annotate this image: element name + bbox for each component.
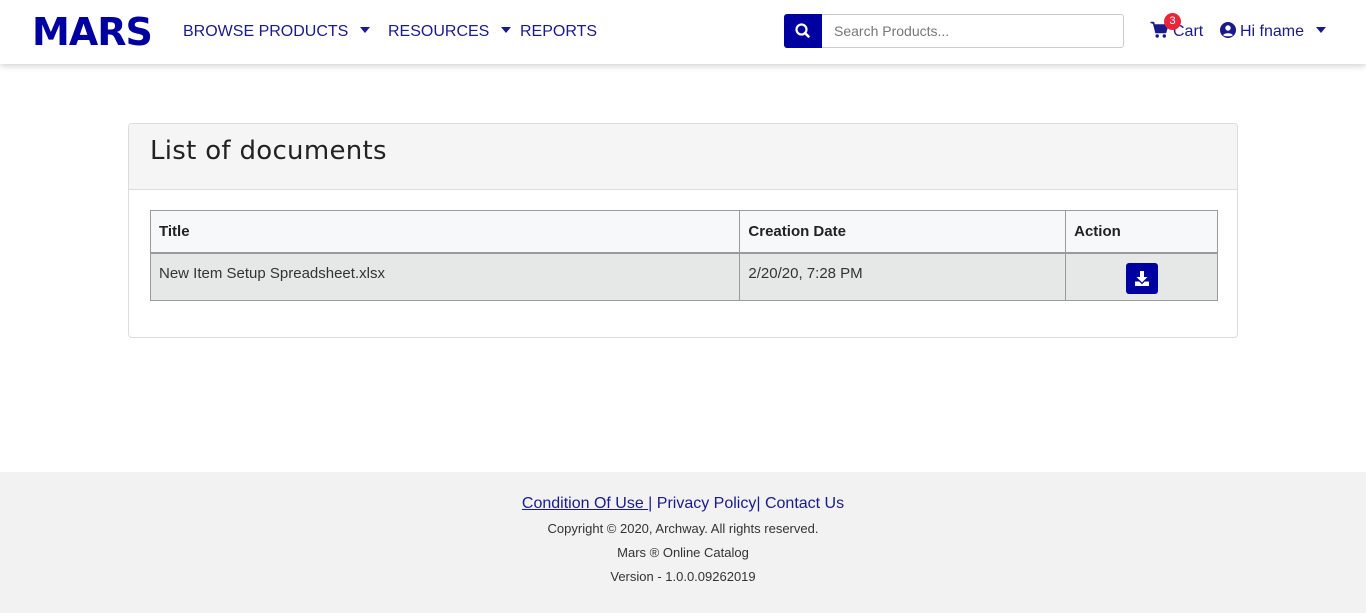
search-button[interactable] [784, 14, 822, 48]
documents-card: List of documents Title Creation Date Ac… [128, 123, 1238, 338]
user-greeting: Hi fname [1240, 23, 1305, 40]
document-action-cell [1065, 252, 1218, 301]
table-header-row: Title Creation Date Action [149, 210, 1218, 254]
document-title-cell: New Item Setup Spreadsheet.xlsx [149, 252, 741, 301]
mars-logo[interactable]: MARS [32, 12, 153, 52]
chevron-down-icon [360, 27, 371, 34]
cart-count-badge: 3 [1164, 13, 1181, 30]
nav-resources-label: RESOURCES [388, 23, 490, 40]
top-navbar: MARS BROWSE PRODUCTS RESOURCES REPORTS C… [0, 0, 1366, 64]
page-title: List of documents [150, 136, 387, 166]
column-header-action: Action [1065, 210, 1218, 254]
documents-table: Title Creation Date Action New Item Setu… [149, 210, 1218, 301]
copyright-text: Copyright © 2020, Archway. All rights re… [547, 521, 819, 536]
user-circle-icon [1220, 22, 1236, 38]
contact-us-link[interactable]: Contact Us [761, 495, 844, 512]
catalog-text: Mars ® Online Catalog [617, 545, 749, 560]
column-header-creation-date: Creation Date [739, 210, 1067, 254]
chevron-down-icon [501, 27, 512, 34]
footer-links: Condition Of Use | Privacy Policy| Conta… [0, 494, 1366, 514]
version-text: Version - 1.0.0.09262019 [610, 569, 756, 584]
user-menu[interactable]: Hi fname [1220, 20, 1327, 44]
column-header-title: Title [149, 210, 741, 254]
download-button[interactable] [1125, 262, 1158, 294]
nav-browse-products[interactable]: BROWSE PRODUCTS [183, 22, 371, 42]
condition-of-use-link[interactable]: Condition Of Use [522, 495, 648, 512]
document-date-cell: 2/20/20, 7:28 PM [739, 252, 1067, 301]
nav-browse-products-label: BROWSE PRODUCTS [183, 23, 349, 40]
search-icon [795, 23, 810, 38]
card-header: List of documents [129, 124, 1237, 190]
search-input[interactable] [822, 14, 1124, 48]
nav-resources[interactable]: RESOURCES [388, 22, 512, 42]
nav-reports[interactable]: REPORTS [520, 22, 597, 42]
nav-reports-label: REPORTS [520, 23, 598, 40]
chevron-down-icon [1316, 27, 1327, 34]
privacy-policy-link[interactable]: Privacy Policy [652, 495, 757, 512]
footer: Condition Of Use | Privacy Policy| Conta… [0, 472, 1366, 613]
download-icon [1134, 270, 1149, 286]
table-row: New Item Setup Spreadsheet.xlsx 2/20/20,… [149, 252, 1218, 301]
